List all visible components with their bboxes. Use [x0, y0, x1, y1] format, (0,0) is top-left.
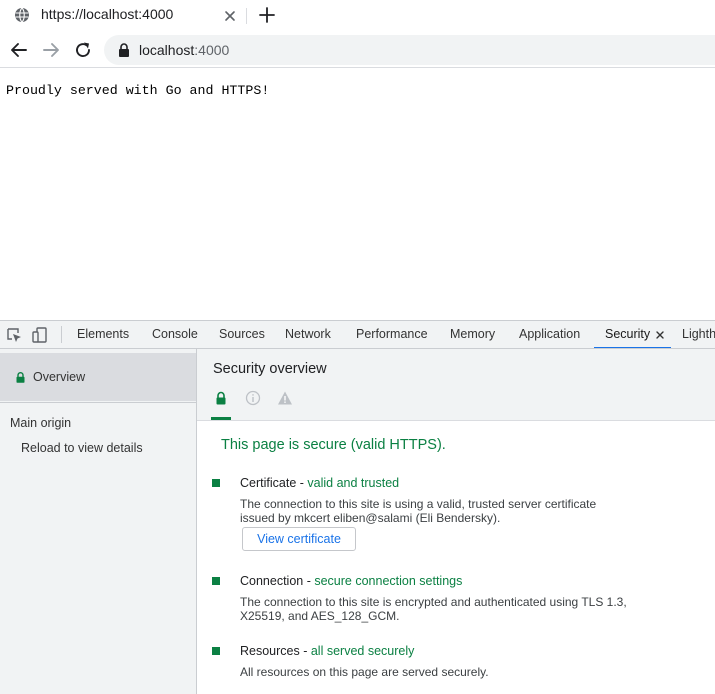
close-tab-icon[interactable]	[655, 330, 665, 340]
tab-performance[interactable]: Performance	[356, 321, 428, 348]
url-host: localhost	[139, 42, 195, 58]
browser-toolbar: localhost:4000	[0, 32, 715, 68]
certificate-status: valid and trusted	[307, 476, 400, 490]
certificate-label: Certificate -	[240, 476, 308, 490]
tab-network[interactable]: Network	[285, 321, 331, 348]
secure-indicator-underline	[211, 417, 231, 420]
sidebar-reload-hint: Reload to view details	[21, 441, 143, 455]
address-bar[interactable]: localhost:4000	[104, 35, 715, 65]
forward-arrow-icon[interactable]	[41, 40, 61, 60]
reload-icon[interactable]	[73, 40, 93, 60]
view-certificate-button[interactable]: View certificate	[242, 527, 356, 551]
connection-label: Connection -	[240, 574, 315, 588]
tab-memory[interactable]: Memory	[450, 321, 495, 348]
connection-status: secure connection settings	[314, 574, 463, 588]
status-bullet	[212, 479, 220, 487]
globe-icon	[15, 7, 29, 23]
status-bullet	[212, 577, 220, 585]
url-text: localhost:4000	[139, 42, 229, 58]
browser-tab[interactable]: https://localhost:4000	[0, 0, 244, 32]
resources-label: Resources -	[240, 644, 311, 658]
resources-heading: Resources - all served securely	[240, 644, 414, 658]
security-overview-header: Security overview	[197, 349, 715, 421]
certificate-desc-line: The connection to this site is using a v…	[240, 497, 597, 511]
resources-description: All resources on this page are served se…	[240, 665, 660, 680]
browser-tab-strip: https://localhost:4000	[0, 0, 715, 32]
tab-sources[interactable]: Sources	[219, 321, 265, 348]
tab-security-label: Security	[605, 327, 651, 341]
device-toolbar-icon[interactable]	[32, 327, 48, 343]
connection-desc-line: X25519, and AES_128_GCM.	[240, 608, 400, 623]
sidebar-divider	[0, 402, 196, 403]
lock-icon[interactable]	[118, 43, 130, 57]
tab-console[interactable]: Console	[152, 321, 198, 348]
resources-status: all served securely	[310, 644, 415, 658]
connection-heading: Connection - secure connection settings	[240, 574, 462, 588]
status-bullet	[212, 647, 220, 655]
tab-separator	[246, 8, 247, 24]
tab-lighthouse[interactable]: Lighthouse	[682, 321, 715, 348]
tab-title: https://localhost:4000	[41, 6, 174, 22]
connection-description: The connection to this site is encrypted…	[240, 595, 660, 623]
tab-elements[interactable]: Elements	[77, 321, 129, 348]
security-overview-panel: Security overview This page is secure (v…	[197, 349, 715, 694]
inspect-element-icon[interactable]	[6, 327, 22, 343]
secure-lock-icon	[216, 391, 226, 405]
sidebar-main-origin-heading: Main origin	[10, 416, 72, 430]
certificate-desc-line: issued by mkcert eliben@salami (Eli Bend…	[240, 510, 501, 525]
resources-desc-line: All resources on this page are served se…	[240, 665, 489, 679]
security-summary: This page is secure (valid HTTPS).	[221, 437, 446, 453]
certificate-description: The connection to this site is using a v…	[240, 497, 660, 525]
devtools-panel: Elements Console Sources Network Perform…	[0, 320, 715, 694]
new-tab-icon[interactable]	[258, 6, 276, 24]
warning-icon	[278, 391, 292, 405]
connection-desc-line: The connection to this site is encrypted…	[240, 595, 627, 609]
back-arrow-icon[interactable]	[9, 40, 29, 60]
page-title: Security overview	[213, 361, 327, 377]
devtools-tab-bar: Elements Console Sources Network Perform…	[0, 321, 715, 349]
tab-close-icon[interactable]	[222, 8, 238, 24]
toolbar-divider	[61, 326, 62, 343]
security-sidebar: Overview Main origin Reload to view deta…	[0, 349, 197, 694]
certificate-heading: Certificate - valid and trusted	[240, 476, 399, 490]
tab-application[interactable]: Application	[519, 321, 580, 348]
page-body-text: Proudly served with Go and HTTPS!	[6, 83, 270, 98]
url-port: :4000	[194, 42, 230, 58]
sidebar-item-overview[interactable]: Overview	[0, 353, 196, 401]
lock-icon	[16, 372, 25, 383]
info-icon	[245, 390, 261, 406]
page-viewport: Proudly served with Go and HTTPS!	[0, 69, 715, 320]
sidebar-item-label: Overview	[33, 370, 86, 384]
